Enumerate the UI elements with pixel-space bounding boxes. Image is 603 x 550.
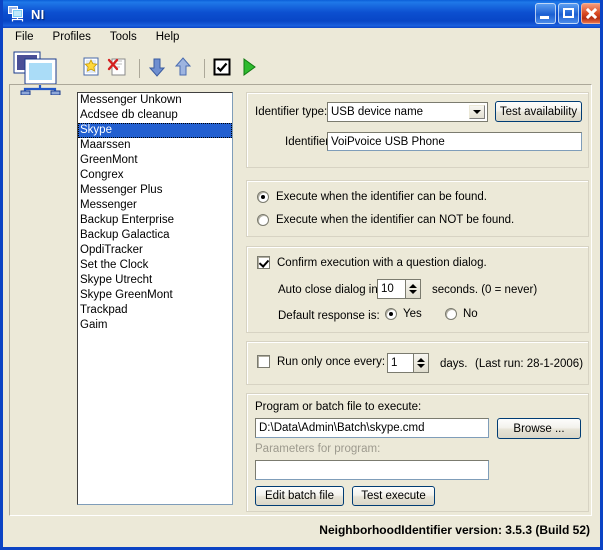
identifier-type-select[interactable]: USB device name (327, 102, 488, 122)
title-bar: NI (3, 0, 600, 28)
default-response-label: Default response is: (278, 310, 380, 322)
menu-item-help[interactable]: Help (152, 29, 189, 46)
new-profile-icon[interactable] (81, 56, 107, 80)
move-down-icon[interactable] (146, 56, 172, 80)
run-once-spin-buttons[interactable] (413, 353, 429, 373)
list-item[interactable]: Acdsee db cleanup (78, 108, 232, 123)
radio-no-label: No (463, 308, 478, 320)
list-item[interactable]: Backup Enterprise (78, 213, 232, 228)
version-label: NeighborhoodIdentifier version: 3.5.3 (B… (319, 523, 590, 537)
list-item[interactable]: Maarssen (78, 138, 232, 153)
enable-checkbox-icon[interactable] (211, 56, 237, 80)
radio-default-yes[interactable]: Yes (385, 308, 422, 320)
confirm-execution-checkbox-row[interactable]: Confirm execution with a question dialog… (257, 256, 487, 269)
spin-up-icon[interactable] (409, 284, 417, 288)
list-item[interactable]: Skype Utrecht (78, 273, 232, 288)
list-item[interactable]: Skype GreenMont (78, 288, 232, 303)
execute-condition-panel: Execute when the identifier can be found… (246, 180, 589, 237)
run-once-checkbox-icon[interactable] (257, 355, 270, 368)
radio-not-found-label: Execute when the identifier can NOT be f… (276, 214, 515, 226)
maximize-button[interactable] (558, 3, 579, 24)
radio-no-icon[interactable] (445, 308, 457, 320)
application-window: NI File Profiles Tools Help Messenger Un… (0, 0, 603, 550)
identifier-input[interactable]: VoiPvoice USB Phone (327, 132, 582, 151)
edit-batch-file-button[interactable]: Edit batch file (255, 486, 344, 506)
identifier-panel: Identifier type: USB device name Test av… (246, 92, 589, 168)
auto-close-stepper[interactable]: 10 (377, 279, 421, 299)
days-label: days. (440, 358, 468, 370)
run-once-panel: Run only once every: 1 days. (Last run: … (246, 341, 589, 385)
toolbar (3, 47, 600, 96)
auto-close-spin-buttons[interactable] (405, 279, 421, 299)
list-item[interactable]: GreenMont (78, 153, 232, 168)
menu-item-profiles[interactable]: Profiles (49, 29, 100, 46)
list-item[interactable]: Gaim (78, 318, 232, 333)
parameters-label: Parameters for program: (255, 443, 381, 455)
radio-yes-label: Yes (403, 308, 422, 320)
delete-profile-icon[interactable] (107, 56, 133, 80)
radio-found-label: Execute when the identifier can be found… (276, 191, 487, 203)
run-icon[interactable] (237, 56, 263, 80)
minimize-button[interactable] (535, 3, 556, 24)
radio-yes-icon[interactable] (385, 308, 397, 320)
network-computers-large-icon (11, 50, 69, 96)
close-button[interactable] (581, 3, 600, 24)
test-execute-button[interactable]: Test execute (352, 486, 435, 506)
identifier-type-label: Identifier type: (255, 106, 328, 118)
auto-close-label: Auto close dialog in: (278, 284, 381, 296)
confirm-checkbox-icon[interactable] (257, 256, 270, 269)
menu-item-tools[interactable]: Tools (106, 29, 146, 46)
toolbar-separator-1 (139, 58, 140, 78)
program-path-input[interactable]: D:\Data\Admin\Batch\skype.cmd (255, 418, 489, 438)
test-availability-button[interactable]: Test availability (495, 101, 582, 122)
run-once-label: Run only once every: (277, 355, 386, 368)
parameters-input[interactable] (255, 460, 489, 480)
list-item[interactable]: Set the Clock (78, 258, 232, 273)
confirm-checkbox-label: Confirm execution with a question dialog… (277, 256, 487, 269)
browse-button[interactable]: Browse ... (497, 418, 581, 439)
list-item[interactable]: Congrex (78, 168, 232, 183)
window-controls (535, 3, 600, 24)
list-item[interactable]: OpdiTracker (78, 243, 232, 258)
radio-default-no[interactable]: No (445, 308, 478, 320)
toolbar-buttons (81, 56, 263, 80)
window-title: NI (31, 6, 45, 22)
list-item[interactable]: Backup Galactica (78, 228, 232, 243)
toolbar-separator-2 (204, 58, 205, 78)
network-computers-icon (8, 6, 26, 22)
menu-bar: File Profiles Tools Help (3, 28, 600, 47)
radio-execute-found[interactable]: Execute when the identifier can be found… (257, 191, 487, 203)
list-item-selected[interactable]: Skype (78, 123, 232, 138)
confirm-execution-panel: Confirm execution with a question dialog… (246, 246, 589, 333)
radio-found-icon[interactable] (257, 191, 269, 203)
run-once-checkbox-row[interactable]: Run only once every: (257, 355, 385, 368)
move-up-icon[interactable] (172, 56, 198, 80)
list-item[interactable]: Messenger (78, 198, 232, 213)
spin-down-icon[interactable] (409, 290, 417, 294)
profile-list[interactable]: Messenger Unkown Acdsee db cleanup Skype… (77, 92, 233, 505)
chevron-down-icon[interactable] (469, 105, 485, 119)
auto-close-value[interactable]: 10 (377, 279, 405, 299)
program-path-label: Program or batch file to execute: (255, 401, 422, 413)
identifier-label: Identifier (285, 136, 330, 148)
radio-execute-not-found[interactable]: Execute when the identifier can NOT be f… (257, 214, 514, 226)
spin-down-icon[interactable] (417, 364, 425, 368)
radio-not-found-icon[interactable] (257, 214, 269, 226)
spin-up-icon[interactable] (417, 358, 425, 362)
list-item[interactable]: Messenger Unkown (78, 93, 232, 108)
menu-item-file[interactable]: File (11, 29, 43, 46)
run-once-days-value[interactable]: 1 (387, 353, 413, 373)
list-item[interactable]: Messenger Plus (78, 183, 232, 198)
list-item[interactable]: Trackpad (78, 303, 232, 318)
program-panel: Program or batch file to execute: D:\Dat… (246, 393, 589, 512)
last-run-label: (Last run: 28-1-2006) (475, 358, 584, 370)
seconds-label: seconds. (0 = never) (432, 284, 538, 296)
run-once-days-stepper[interactable]: 1 (387, 353, 429, 373)
identifier-type-value: USB device name (331, 106, 424, 118)
